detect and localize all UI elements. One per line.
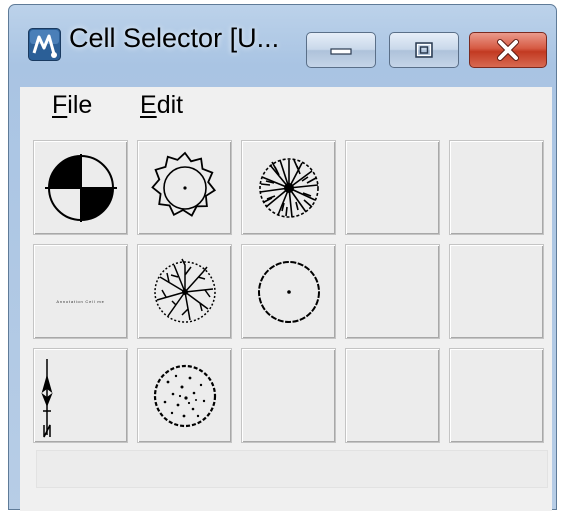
cell-north-arrow[interactable]	[33, 348, 128, 443]
minimize-icon	[330, 48, 352, 55]
menu-edit-label: dit	[156, 91, 184, 119]
cell-empty[interactable]	[345, 140, 440, 235]
close-icon	[497, 39, 519, 61]
maximize-icon	[415, 42, 433, 58]
menu-file[interactable]: File	[52, 91, 92, 120]
cell-annotation[interactable]: Annotation Cell me	[33, 244, 128, 339]
branching-tree-icon	[154, 258, 216, 323]
cell-empty[interactable]	[449, 140, 544, 235]
annotation-cell-text: Annotation Cell me	[56, 299, 105, 304]
cell-empty[interactable]	[449, 244, 544, 339]
minimize-button[interactable]	[306, 32, 376, 68]
cell-dense-tree[interactable]	[241, 140, 336, 235]
microstation-icon[interactable]	[28, 28, 61, 61]
cell-empty[interactable]	[449, 348, 544, 443]
status-bar	[36, 450, 548, 488]
menu-bar: File Edit	[20, 87, 552, 127]
cell-sun-star[interactable]	[137, 140, 232, 235]
menu-edit-mnemonic: E	[140, 91, 157, 119]
cell-branching-tree[interactable]	[137, 244, 232, 339]
maximize-button[interactable]	[389, 32, 459, 68]
circle-dot-icon	[258, 261, 320, 323]
cell-shrub[interactable]	[137, 348, 232, 443]
menu-edit[interactable]: Edit	[140, 91, 183, 120]
title-bar[interactable]: Cell Selector [U...	[9, 5, 556, 83]
cell-empty[interactable]	[241, 348, 336, 443]
window-title: Cell Selector [U...	[69, 23, 280, 53]
survey-marker-icon	[45, 154, 117, 222]
cell-empty[interactable]	[345, 348, 440, 443]
dense-tree-icon	[259, 158, 319, 218]
north-arrow-icon	[41, 359, 53, 438]
sun-star-icon	[151, 151, 217, 217]
shrub-icon	[153, 364, 217, 428]
menu-file-mnemonic: F	[52, 91, 68, 119]
cell-survey-marker[interactable]	[33, 140, 128, 235]
menu-file-label: ile	[67, 91, 93, 119]
close-button[interactable]	[469, 32, 547, 68]
cell-empty[interactable]	[345, 244, 440, 339]
cell-selector-window: Cell Selector [U... File Edit Annotation…	[8, 4, 557, 511]
cell-circle-dot[interactable]	[241, 244, 336, 339]
